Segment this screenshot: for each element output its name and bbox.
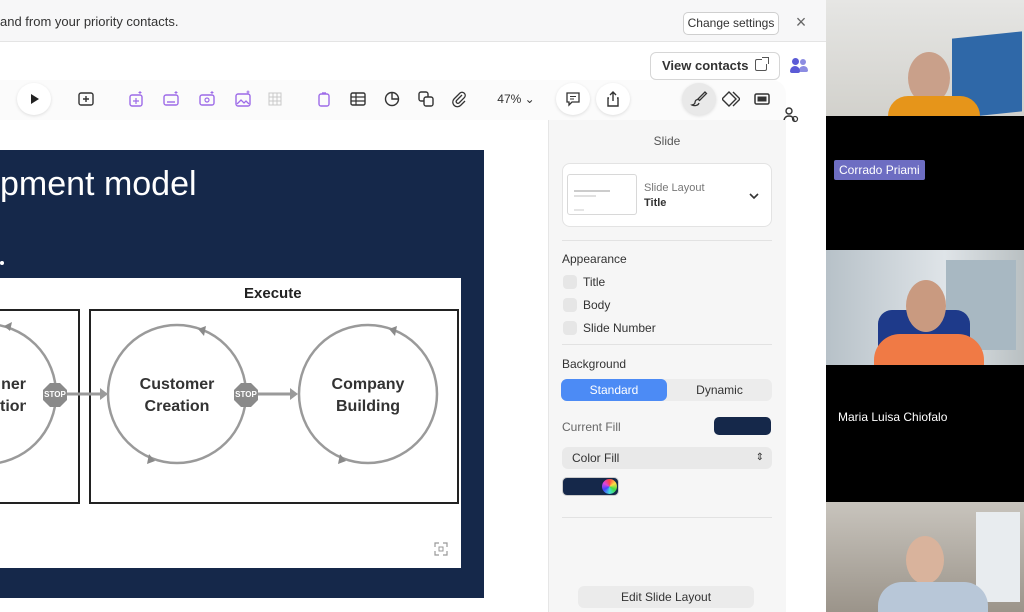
circle-label-cc-line2: Creation <box>144 398 210 415</box>
slide-layout-label: Slide Layout <box>644 182 705 194</box>
share-button[interactable] <box>596 83 630 115</box>
circle-label-cb-line2: Building <box>336 398 400 415</box>
current-fill-swatch[interactable] <box>714 417 771 435</box>
document-icon <box>754 93 770 105</box>
title-checkbox-label: Title <box>583 275 606 289</box>
presentation-app-window: and from your priority contacts. Change … <box>0 0 826 612</box>
panel-header: Slide <box>653 134 681 148</box>
background-heading: Background <box>562 357 627 371</box>
zoom-dropdown[interactable]: 47% ⌄ <box>492 86 540 112</box>
add-slide-button[interactable] <box>72 86 100 112</box>
document-button[interactable] <box>748 86 776 112</box>
participant-jacket <box>874 334 984 365</box>
participant-shirt <box>888 96 980 116</box>
format-button[interactable] <box>682 83 716 115</box>
add-slide-icon <box>78 92 94 106</box>
layout-thumbnail <box>567 174 637 215</box>
participant-tile-5 <box>826 502 1024 612</box>
slide-layout-value: Title <box>644 197 667 209</box>
table-button[interactable] <box>344 86 372 112</box>
sparkle-slide-icon <box>129 91 143 107</box>
circle-label-customer-creation: Customer Creation <box>117 374 237 418</box>
participant-tile-2 <box>826 116 1024 250</box>
textbox-sparkle-icon <box>163 91 179 106</box>
window <box>976 512 1020 602</box>
circle-label-previous-line1: ner <box>1 376 26 393</box>
view-contacts-button[interactable]: View contacts <box>650 52 780 80</box>
body-checkbox-label: Body <box>583 298 611 312</box>
slide-dot <box>0 261 4 265</box>
appearance-heading: Appearance <box>562 252 627 266</box>
change-settings-button[interactable]: Change settings <box>683 12 779 35</box>
image-sparkle-icon <box>235 90 251 107</box>
media-sparkle-icon <box>199 91 215 106</box>
comment-button[interactable] <box>556 83 590 115</box>
play-button[interactable] <box>17 83 51 115</box>
clipboard-icon <box>318 92 330 107</box>
dynamic-segment[interactable]: Dynamic <box>667 379 772 401</box>
slide-number-checkbox[interactable] <box>563 321 577 335</box>
close-icon[interactable]: × <box>792 12 810 32</box>
animate-button[interactable] <box>716 86 746 112</box>
updown-chevron-icon: ⇕ <box>755 452 764 463</box>
title-checkbox[interactable] <box>563 275 577 289</box>
participant-face <box>906 536 944 584</box>
insert-shape-button[interactable] <box>193 86 221 112</box>
notification-text: and from your priority contacts. <box>0 14 179 29</box>
external-link-icon <box>755 57 769 71</box>
expand-icon[interactable] <box>434 542 448 556</box>
table-icon <box>350 92 366 106</box>
grid-button[interactable] <box>261 86 289 112</box>
participant-tile-4 <box>826 365 1024 502</box>
shapes-icon <box>418 91 434 107</box>
circle-label-company-building: Company Building <box>308 374 428 418</box>
body-checkbox[interactable] <box>563 298 577 312</box>
insert-text-box-button[interactable] <box>157 86 185 112</box>
share-icon <box>607 91 619 107</box>
divider <box>562 344 772 345</box>
grid-icon <box>268 92 282 106</box>
participant-tile-3 <box>826 250 1024 365</box>
fill-type-select[interactable]: Color Fill ⇕ <box>562 447 772 469</box>
participant-face <box>906 280 946 332</box>
view-contacts-label: View contacts <box>662 58 749 73</box>
stop-text-1: STOP <box>44 390 66 399</box>
insert-chart-build-button[interactable] <box>122 86 150 112</box>
insert-object-button[interactable] <box>310 86 338 112</box>
circle-label-previous: ner tion <box>0 374 26 418</box>
color-wheel-icon[interactable] <box>602 479 617 494</box>
pie-chart-icon <box>384 91 400 107</box>
participant-name-label: Maria Luisa Chiofalo <box>838 410 948 424</box>
people-icon[interactable] <box>790 58 808 74</box>
divider <box>562 240 772 241</box>
circle-label-cb-line1: Company <box>331 376 405 393</box>
shape-button[interactable] <box>412 86 440 112</box>
slide-title[interactable]: pment model <box>0 165 197 204</box>
play-icon <box>31 94 39 104</box>
fill-type-value: Color Fill <box>572 451 620 465</box>
paperclip-icon <box>452 91 466 108</box>
zoom-value: 47% <box>497 92 522 106</box>
chart-button[interactable] <box>378 86 406 112</box>
standard-segment[interactable]: Standard <box>561 379 667 401</box>
divider <box>562 517 772 518</box>
paintbrush-icon <box>690 91 708 107</box>
participant-name-badge: Corrado Priami <box>834 160 925 180</box>
current-fill-label: Current Fill <box>562 420 621 434</box>
circle-label-previous-line2: tion <box>0 398 26 415</box>
chevron-down-icon: ⌄ <box>524 92 535 106</box>
animate-diamond-icon <box>722 91 740 107</box>
participant-sweater <box>878 582 988 612</box>
comment-icon <box>566 92 580 107</box>
edit-slide-layout-button[interactable]: Edit Slide Layout <box>578 586 754 608</box>
participant-tile-1 <box>826 0 1024 116</box>
insert-image-button[interactable] <box>229 86 257 112</box>
chevron-down-icon[interactable] <box>749 190 759 200</box>
slide-number-checkbox-label: Slide Number <box>583 321 656 335</box>
notification-bar: and from your priority contacts. Change … <box>0 0 826 42</box>
circle-label-cc-line1: Customer <box>139 376 215 393</box>
diagram-shapes <box>0 309 459 504</box>
attachment-button[interactable] <box>445 86 473 112</box>
